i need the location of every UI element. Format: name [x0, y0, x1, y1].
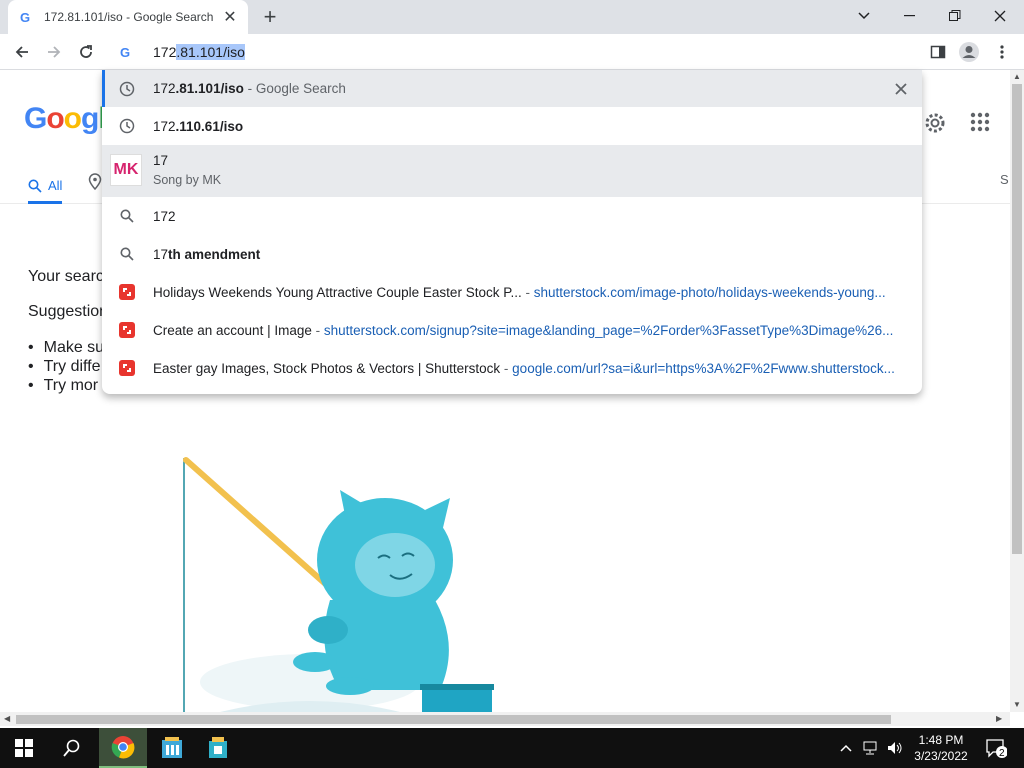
suggestion-search-row[interactable]: 17th amendment — [102, 235, 922, 273]
suggestion-item: Try mor — [28, 376, 104, 395]
google-logo[interactable]: Googl — [24, 102, 107, 136]
no-results-message: Your searc — [28, 268, 104, 285]
suggestions-list: Make su Try diffe Try mor — [28, 338, 104, 395]
windows-taskbar: 1:48 PM 3/23/2022 2 — [0, 728, 1024, 768]
settings-gear-icon[interactable] — [922, 110, 948, 139]
svg-text:G: G — [120, 45, 130, 59]
search-icon — [118, 207, 136, 225]
google-search-icon: G — [118, 44, 134, 60]
taskbar-app-icon[interactable] — [196, 728, 240, 768]
kebab-menu-icon[interactable] — [988, 38, 1016, 66]
suggestion-text: Holidays Weekends Young Attractive Coupl… — [153, 284, 886, 300]
shutterstock-favicon-icon — [118, 359, 136, 377]
profile-avatar-icon[interactable] — [955, 38, 983, 66]
history-clock-icon — [118, 80, 136, 98]
search-icon — [118, 245, 136, 263]
system-clock[interactable]: 1:48 PM 3/23/2022 — [910, 732, 972, 764]
tray-chevron-up-icon[interactable] — [836, 728, 856, 768]
entity-title: 17 — [153, 153, 169, 168]
suggestion-search-row[interactable]: 172 — [102, 197, 922, 235]
suggestion-history-row[interactable]: 172.110.61/iso — [102, 107, 922, 145]
notification-center-icon[interactable]: 2 — [976, 728, 1016, 768]
history-clock-icon — [118, 117, 136, 135]
tab-maps-pin-icon[interactable] — [88, 173, 102, 194]
suggestion-text: 172 — [153, 208, 176, 224]
search-icon — [28, 179, 42, 193]
omnibox-suggestions-dropdown: 172.81.101/iso - Google Search 172.110.6… — [102, 70, 922, 394]
tab-strip: G 172.81.101/iso - Google Search ✕ + — [0, 0, 1024, 34]
forward-button[interactable] — [40, 38, 68, 66]
shutterstock-favicon-icon — [118, 321, 136, 339]
scroll-right-arrow-icon[interactable]: ▶ — [996, 714, 1002, 723]
suggestion-bookmark-row[interactable]: Create an account | Image - shutterstock… — [102, 311, 922, 349]
restore-button[interactable] — [941, 4, 969, 28]
suggestions-heading: Suggestion — [28, 303, 109, 320]
tab-partial-label[interactable]: S — [1000, 172, 1009, 187]
google-apps-grid-icon[interactable] — [970, 112, 990, 135]
horizontal-scroll-thumb[interactable] — [16, 715, 891, 724]
suggestion-entity-row[interactable]: MK 17 Song by MK — [102, 145, 922, 197]
tab-title: 172.81.101/iso - Google Search — [44, 10, 214, 24]
google-favicon-icon: G — [18, 9, 34, 25]
vertical-scroll-thumb[interactable] — [1012, 84, 1022, 554]
address-input[interactable]: 172.81.101/iso — [153, 44, 245, 60]
svg-text:G: G — [20, 10, 30, 24]
browser-tab[interactable]: G 172.81.101/iso - Google Search ✕ — [8, 0, 248, 34]
scroll-down-arrow-icon[interactable]: ▼ — [1013, 700, 1021, 709]
taskbar-search-icon[interactable] — [48, 728, 96, 768]
suggestion-bookmark-row[interactable]: Easter gay Images, Stock Photos & Vector… — [102, 349, 922, 387]
tab-close-button[interactable]: ✕ — [222, 7, 238, 27]
vertical-scrollbar[interactable]: ▲ ▼ — [1010, 70, 1024, 712]
shutterstock-favicon-icon — [118, 283, 136, 301]
address-bar[interactable]: G 172.81.101/iso — [104, 35, 922, 69]
fishing-monster-illustration — [183, 457, 494, 712]
suggestion-bookmark-row[interactable]: Holidays Weekends Young Attractive Coupl… — [102, 273, 922, 311]
taskbar-app-icon[interactable] — [150, 728, 194, 768]
suggestion-text: 17th amendment — [153, 246, 261, 262]
tab-search-chevron-icon[interactable] — [850, 4, 878, 28]
minimize-button[interactable] — [896, 4, 924, 28]
new-tab-button[interactable]: + — [258, 4, 282, 29]
suggestion-history-row[interactable]: 172.81.101/iso - Google Search — [102, 70, 922, 107]
suggestion-text: 172.110.61/iso — [153, 118, 244, 134]
artist-thumbnail: MK — [110, 154, 142, 186]
suggestion-text: 172.81.101/iso - Google Search — [153, 81, 346, 96]
suggestion-text: Easter gay Images, Stock Photos & Vector… — [153, 360, 895, 376]
horizontal-scrollbar[interactable]: ◀ ▶ — [0, 712, 1010, 726]
notification-count: 2 — [999, 748, 1005, 758]
address-autocomplete-selection: .81.101/iso — [176, 44, 245, 60]
tab-all-label: All — [48, 178, 63, 193]
browser-toolbar: G 172.81.101/iso — [0, 34, 1024, 70]
entity-subtitle: Song by MK — [153, 173, 222, 187]
scroll-up-arrow-icon[interactable]: ▲ — [1013, 72, 1021, 81]
selection-indicator — [102, 70, 105, 107]
start-windows-icon[interactable] — [0, 728, 48, 768]
address-typed-text: 172 — [153, 44, 177, 60]
tab-all[interactable]: All — [28, 170, 63, 204]
suggestion-item: Make su — [28, 338, 104, 357]
taskbar-chrome-icon[interactable] — [99, 728, 147, 768]
suggestion-text: Create an account | Image - shutterstock… — [153, 322, 894, 338]
suggestion-item: Try diffe — [28, 357, 104, 376]
reload-button[interactable] — [72, 38, 100, 66]
side-panel-icon[interactable] — [924, 38, 952, 66]
remove-suggestion-close-icon[interactable] — [892, 80, 910, 98]
volume-icon[interactable] — [884, 728, 906, 768]
clock-time: 1:48 PM — [918, 733, 964, 747]
close-window-button[interactable] — [986, 4, 1014, 28]
scroll-left-arrow-icon[interactable]: ◀ — [4, 714, 10, 723]
clock-date: 3/23/2022 — [914, 749, 968, 763]
network-icon[interactable] — [860, 728, 882, 768]
back-button[interactable] — [8, 38, 36, 66]
